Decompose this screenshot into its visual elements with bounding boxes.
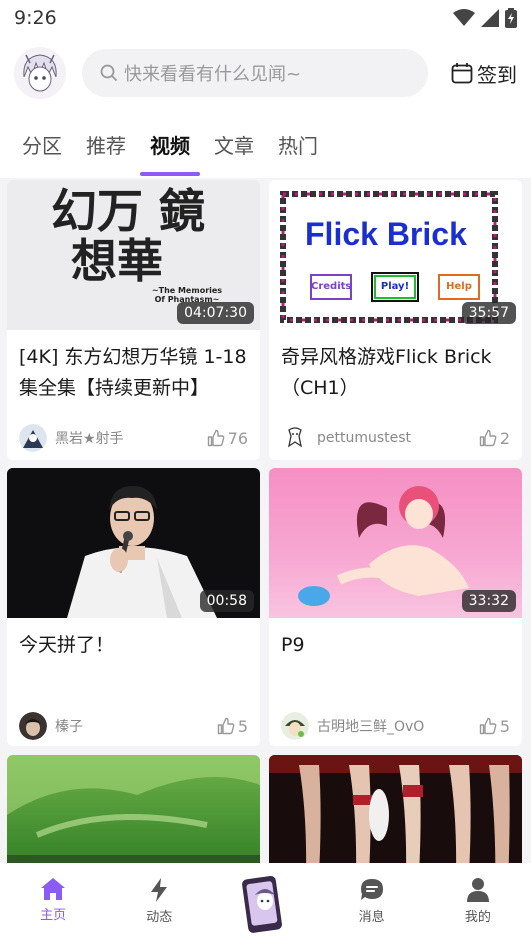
video-card[interactable]: 幻万 鏡 想華 ~The Memories Of Phantasm~ 04:07… (7, 180, 260, 460)
search-icon (100, 64, 118, 82)
search-placeholder: 快来看看有什么见闻~ (124, 64, 302, 85)
video-card[interactable] (7, 755, 260, 863)
phone-character-icon (241, 875, 289, 933)
calendar-icon (451, 63, 473, 84)
card-meta: pettumustest 2 (269, 416, 522, 460)
nav-home[interactable]: 主页 (13, 877, 93, 923)
lightning-icon (151, 878, 168, 902)
nav-label: 消息 (358, 910, 385, 925)
like-count-value: 5 (237, 716, 248, 736)
battery-icon (505, 8, 517, 28)
tab-video[interactable]: 视频 (140, 110, 200, 178)
signal-icon (481, 9, 499, 27)
duration-badge: 04:07:30 (177, 302, 254, 324)
nav-label: 主页 (40, 908, 67, 923)
like-count-value: 2 (499, 428, 510, 448)
author-avatar[interactable] (281, 424, 309, 452)
video-title: [4K] 东方幻想万华镜 1-18集全集【持续更新中】 (19, 346, 247, 399)
nav-label: 动态 (146, 910, 173, 925)
video-title: 今天拼了！ (19, 634, 115, 656)
tab-label: 文章 (214, 133, 254, 158)
card-meta: 古明地三鲜_OvO 5 (269, 704, 522, 746)
author-avatar[interactable] (281, 712, 309, 740)
thumbs-up-icon (479, 717, 497, 735)
thumbs-up-icon (207, 429, 225, 447)
like-count[interactable]: 5 (217, 717, 248, 736)
tab-zones[interactable]: 分区 (22, 110, 62, 178)
like-count-value: 76 (227, 428, 248, 448)
like-count-value: 5 (499, 716, 510, 736)
tab-label: 分区 (22, 133, 62, 158)
video-card[interactable]: 33:32 P9 古明地三鲜_OvO 5 (269, 468, 522, 746)
dance-scene (269, 755, 522, 863)
nav-label: 我的 (464, 910, 491, 925)
user-icon (466, 878, 489, 902)
game-title-text: Flick Brick (305, 216, 467, 252)
like-count[interactable]: 76 (207, 429, 248, 448)
like-count[interactable]: 5 (479, 717, 510, 736)
author-avatar[interactable] (19, 712, 47, 740)
wifi-icon (453, 9, 475, 26)
tab-hot[interactable]: 热门 (278, 110, 318, 178)
home-icon (41, 878, 66, 900)
duration-badge: 33:32 (461, 590, 516, 612)
bottom-nav: 主页 动态 消息 我的 (0, 863, 531, 945)
like-count[interactable]: 2 (479, 429, 510, 448)
video-thumbnail (7, 755, 260, 863)
author-name: 古明地三鲜_OvO (317, 719, 425, 735)
author-name: 榛子 (55, 719, 83, 735)
category-tabs: 分区 推荐 视频 文章 热门 (0, 110, 531, 178)
video-title: P9 (281, 634, 305, 656)
video-card[interactable]: 00:58 今天拼了！ 榛子 5 (7, 468, 260, 746)
checkin-label: 签到 (477, 62, 517, 87)
tab-recommend[interactable]: 推荐 (86, 110, 126, 178)
video-thumbnail: 00:58 (7, 468, 260, 618)
card-meta: 榛子 5 (7, 704, 260, 746)
video-feed: 幻万 鏡 想華 ~The Memories Of Phantasm~ 04:07… (0, 178, 531, 863)
tab-label: 推荐 (86, 133, 126, 158)
game-play-text: Play! (380, 281, 410, 292)
nav-dynamics[interactable]: 动态 (119, 877, 199, 925)
thumbnail-calligraphy-title: 幻万 鏡 想華 (51, 184, 206, 288)
video-thumbnail: Flick Brick Credits Play! Help 35:57 (269, 180, 522, 330)
chat-icon (360, 879, 383, 900)
game-credits-text: Credits (311, 281, 352, 292)
status-bar: 9:26 (0, 0, 531, 36)
game-help-text: Help (446, 281, 472, 292)
video-thumbnail (269, 755, 522, 863)
video-thumbnail: 幻万 鏡 想華 ~The Memories Of Phantasm~ 04:07… (7, 180, 260, 330)
thumbs-up-icon (479, 429, 497, 447)
nav-center[interactable] (225, 875, 305, 937)
video-thumbnail: 33:32 (269, 468, 522, 618)
header: 快来看看有什么见闻~ 签到 (0, 36, 531, 110)
status-icons (453, 8, 517, 28)
tab-articles[interactable]: 文章 (214, 110, 254, 178)
forest-scene (7, 755, 260, 863)
video-card[interactable]: Flick Brick Credits Play! Help 35:57 奇异风… (269, 180, 522, 460)
author-name: 黑岩★射手 (55, 431, 124, 447)
duration-badge: 35:57 (461, 302, 516, 324)
author-name: pettumustest (317, 430, 412, 446)
tab-label: 视频 (150, 133, 190, 158)
status-time: 9:26 (14, 7, 57, 29)
thumbs-up-icon (217, 717, 235, 735)
nav-profile[interactable]: 我的 (438, 877, 518, 925)
search-bar[interactable]: 快来看看有什么见闻~ (82, 49, 428, 97)
user-avatar[interactable] (14, 47, 66, 99)
nav-messages[interactable]: 消息 (332, 877, 412, 925)
video-title: 奇异风格游戏Flick Brick（CH1） (281, 346, 492, 399)
duration-badge: 00:58 (199, 590, 254, 612)
author-avatar[interactable] (19, 424, 47, 452)
card-meta: 黑岩★射手 76 (7, 416, 260, 460)
checkin-button[interactable]: 签到 (451, 59, 517, 88)
video-card[interactable] (269, 755, 522, 863)
tab-label: 热门 (278, 133, 318, 158)
